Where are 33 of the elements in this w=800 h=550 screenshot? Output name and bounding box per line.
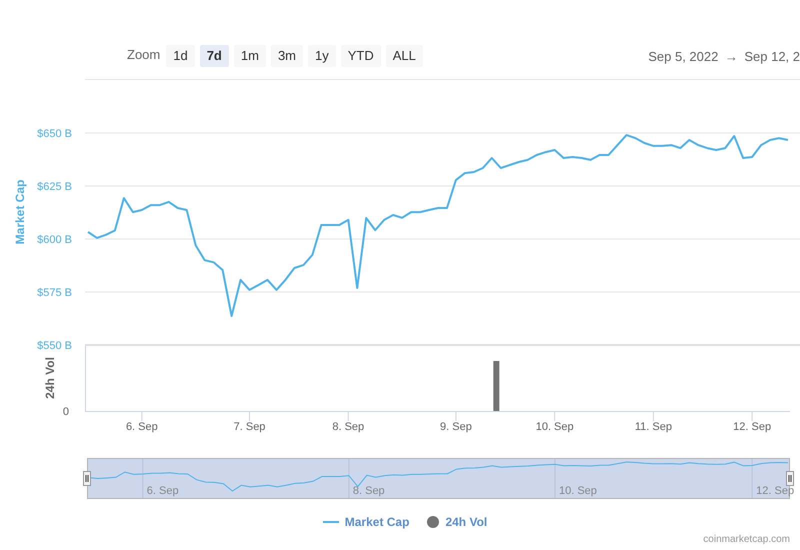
y-axis-label: 0 [62, 406, 69, 418]
range-button[interactable]: 1y [308, 45, 336, 67]
x-axis-label: 9. Sep [440, 421, 472, 433]
x-axis-label: 7. Sep [234, 421, 266, 433]
date-to: Sep 12, 2 [744, 49, 800, 64]
y-axis-label: $600 B [37, 234, 72, 246]
range-button[interactable]: ALL [386, 45, 423, 67]
navigator-label: 8. Sep [352, 485, 385, 497]
range-button[interactable]: 1m [234, 45, 266, 67]
zoom-label: Zoom [127, 46, 160, 64]
date-from: Sep 5, 2022 [648, 49, 718, 64]
y-axis-label: $650 B [37, 128, 72, 140]
navigator-label: 10. Sep [559, 485, 597, 497]
x-axis-label: 6. Sep [126, 421, 158, 433]
y-axis-label: $575 B [37, 287, 72, 299]
y-axis-label: $625 B [37, 181, 72, 193]
navigator-handle[interactable] [83, 471, 91, 486]
range-button[interactable]: 7d [200, 45, 229, 67]
axis-title: 24h Vol [43, 357, 57, 399]
navigator-label: 6. Sep [146, 485, 179, 497]
arrow-icon: → [724, 49, 738, 64]
x-axis-label: 10. Sep [536, 421, 574, 433]
navigator-label: 12. Sep [756, 485, 794, 497]
x-axis-label: 11. Sep [634, 421, 672, 433]
range-button[interactable]: 3m [270, 45, 303, 67]
x-axis-label: 12. Sep [733, 421, 772, 433]
axis-title: Market Cap [13, 180, 27, 244]
range-button[interactable]: 1d [166, 45, 195, 67]
volume-bar [493, 361, 500, 411]
navigator-handle[interactable] [786, 471, 794, 486]
y-axis-label: $550 B [37, 340, 72, 352]
x-axis-label: 8. Sep [332, 421, 364, 433]
range-button[interactable]: YTD [340, 45, 381, 67]
